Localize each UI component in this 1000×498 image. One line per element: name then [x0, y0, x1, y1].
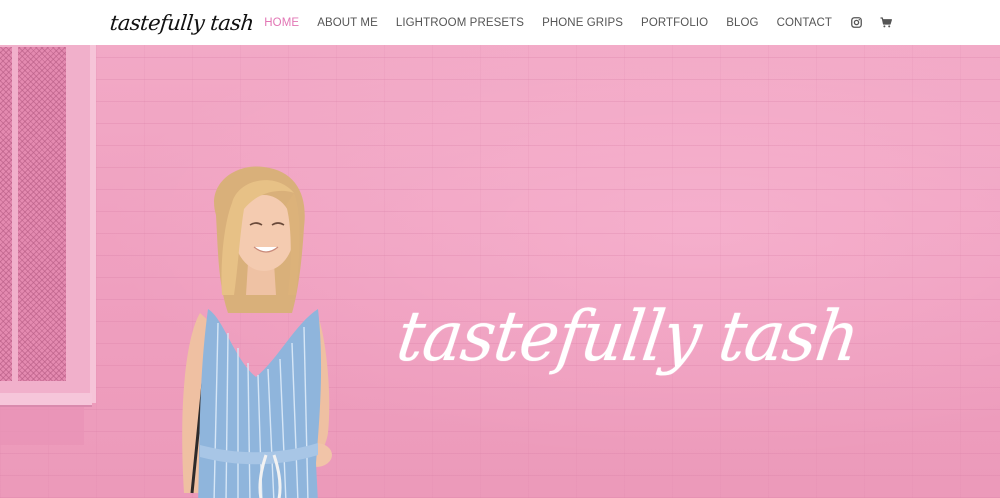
hero-title-text: tastefully tash	[392, 295, 864, 377]
site-header: tastefully tash HOME ABOUT ME LIGHTROOM …	[0, 0, 1000, 45]
main-nav: HOME ABOUT ME LIGHTROOM PRESETS PHONE GR…	[264, 0, 892, 45]
nav-item-portfolio[interactable]: PORTFOLIO	[641, 17, 708, 29]
window-grille	[0, 45, 96, 403]
shopping-cart-icon[interactable]	[880, 17, 892, 29]
instagram-icon[interactable]	[850, 17, 862, 29]
logo-text: tastefully tash	[108, 11, 255, 35]
hero-banner: tastefully tash	[0, 45, 1000, 498]
nav-item-about-me[interactable]: ABOUT ME	[317, 17, 378, 29]
nav-item-contact[interactable]: CONTACT	[777, 17, 832, 29]
hero-script-title: tastefully tash	[388, 251, 868, 421]
window-sill	[0, 393, 92, 407]
nav-item-blog[interactable]: BLOG	[726, 17, 758, 29]
nav-item-home[interactable]: HOME	[264, 17, 299, 29]
wall-patch	[0, 407, 84, 445]
nav-item-phone-grips[interactable]: PHONE GRIPS	[542, 17, 623, 29]
nav-item-lightroom-presets[interactable]: LIGHTROOM PRESETS	[396, 17, 524, 29]
woman-photo	[182, 166, 332, 498]
site-logo[interactable]: tastefully tash	[109, 6, 255, 40]
